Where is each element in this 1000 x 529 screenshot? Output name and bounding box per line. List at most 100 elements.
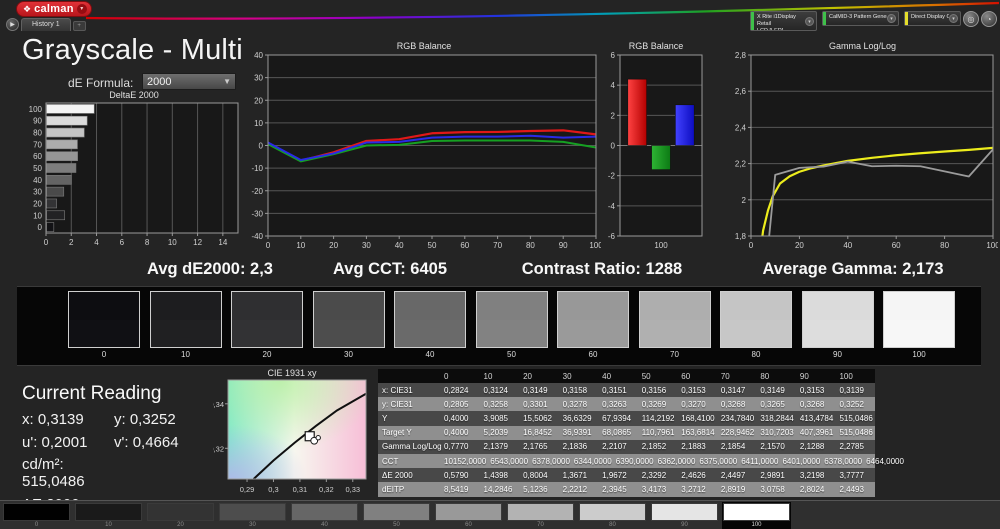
- patch-button[interactable]: 80: [578, 502, 647, 529]
- swatch-level-label: 90: [802, 350, 874, 359]
- patch-strip: 0102030 40 506070 80 90100: [2, 502, 791, 529]
- table-cell: 0,3269: [638, 400, 678, 409]
- table-cell: 3,7777: [835, 471, 875, 480]
- results-table: 0102030405060708090100x: CIE310,28240,31…: [378, 369, 875, 497]
- svg-text:0,32: 0,32: [319, 485, 334, 494]
- svg-text:10: 10: [168, 238, 177, 247]
- patch-button[interactable]: 90: [650, 502, 719, 529]
- patch-swatch: [723, 503, 790, 521]
- svg-text:12: 12: [193, 238, 202, 247]
- swatch-level-label: 70: [639, 350, 711, 359]
- patch-button[interactable]: 10: [74, 502, 143, 529]
- table-cell: 114,2192: [638, 414, 678, 423]
- table-cell: 67,9394: [598, 414, 638, 423]
- patch-button[interactable]: 50: [362, 502, 431, 529]
- table-header-cell: 50: [638, 372, 678, 381]
- meter-device-label: X Rite i1Display RetailLCD [LED]: [754, 12, 805, 30]
- de-formula-dropdown[interactable]: 2000 ▼: [142, 73, 236, 90]
- table-cell: 2,1765: [519, 442, 559, 451]
- table-cell: 0,3156: [638, 386, 678, 395]
- cie-chart: CIE 1931 xy 0,340,320,290,30,310,320,33: [213, 368, 371, 500]
- patch-label: 80: [579, 521, 646, 529]
- swatch-box: [231, 291, 303, 348]
- table-cell: 0,3268: [717, 400, 757, 409]
- svg-text:6: 6: [120, 238, 125, 247]
- display-caret-icon: ▾: [949, 14, 958, 23]
- table-cell: 5,1236: [519, 485, 559, 494]
- table-cell: 0,3139: [835, 386, 875, 395]
- patch-button[interactable]: 20: [146, 502, 215, 529]
- patch-button[interactable]: 100: [722, 502, 791, 529]
- swatch-box: [557, 291, 629, 348]
- table-cell: 0,3149: [756, 386, 796, 395]
- gamma-chart: Gamma Log/Log 2,82,62,42,221,80204060801…: [727, 41, 998, 255]
- table-cell: 0,2824: [440, 386, 480, 395]
- svg-text:10: 10: [33, 211, 42, 220]
- svg-text:-2: -2: [608, 172, 616, 181]
- table-cell: 2,9891: [756, 471, 796, 480]
- table-cell: 515,0486: [835, 414, 875, 423]
- table-cell: 0,3265: [756, 400, 796, 409]
- history-play-button[interactable]: ▶: [6, 18, 19, 31]
- meter-caret-icon: ▾: [805, 17, 814, 26]
- table-cell: 0,3268: [796, 400, 836, 409]
- table-row-label: dEITP: [378, 485, 440, 494]
- table-cell: 3,0758: [756, 485, 796, 494]
- patch-swatch: [507, 503, 574, 521]
- svg-text:2,8: 2,8: [735, 52, 747, 60]
- table-row: CCT10152,00006543,00006378,00006344,0000…: [378, 454, 875, 468]
- swatch-target: [558, 320, 628, 348]
- table-row: dEITP8,541914,28465,12362,22122,39453,41…: [378, 482, 875, 496]
- table-cell: 2,4493: [835, 485, 875, 494]
- patch-button[interactable]: 60: [434, 502, 503, 529]
- table-cell: 0,3258: [480, 400, 520, 409]
- table-cell: 2,1288: [796, 442, 836, 451]
- history-add-tab-button[interactable]: +: [73, 21, 86, 31]
- patch-label: 40: [291, 521, 358, 529]
- settings-round-button[interactable]: ◎: [963, 11, 979, 27]
- swatch-level-label: 80: [720, 350, 792, 359]
- table-cell: 14,2846: [480, 485, 520, 494]
- table-cell: 2,1570: [756, 442, 796, 451]
- calman-logo[interactable]: ❖ calman ▾: [16, 1, 92, 17]
- patch-button[interactable]: 30: [218, 502, 287, 529]
- info-round-button[interactable]: ◔: [981, 11, 997, 27]
- table-cell: 6362,0000: [654, 457, 696, 466]
- tab-history-1[interactable]: History 1: [21, 18, 71, 31]
- patch-button[interactable]: 40: [290, 502, 359, 529]
- svg-text:4: 4: [611, 81, 616, 90]
- reading-v: v': 0,4664: [114, 434, 179, 451]
- patch-button[interactable]: 0: [2, 502, 71, 529]
- svg-text:-20: -20: [251, 187, 263, 196]
- deltae-chart: DeltaE 2000 0246810121401020304050607080…: [26, 90, 242, 252]
- svg-text:-4: -4: [608, 202, 616, 211]
- table-cell: 6411,0000: [737, 457, 778, 466]
- rgb-balance-bar-plot: 6420-2-4-6100: [603, 52, 709, 254]
- table-header-cell: 20: [519, 372, 559, 381]
- swatch-cell: 40: [394, 291, 466, 359]
- swatch-cell: 0: [68, 291, 140, 359]
- table-cell: 2,1854: [717, 442, 757, 451]
- table-cell: 310,7203: [756, 428, 796, 437]
- pattern-generator-button[interactable]: CalMID-3 Pattern Generator ▾: [822, 11, 899, 26]
- table-cell: 16,8452: [519, 428, 559, 437]
- table-cell: 68,0865: [598, 428, 638, 437]
- table-cell: 0,3124: [480, 386, 520, 395]
- swatch-cell: 20: [231, 291, 303, 359]
- table-header-cell: 100: [835, 372, 875, 381]
- display-control-button[interactable]: Direct Display Control ▾: [904, 11, 961, 26]
- logo-menu-caret-icon[interactable]: ▾: [77, 4, 87, 14]
- swatch-actual: [721, 292, 791, 320]
- table-cell: 2,4497: [717, 471, 757, 480]
- svg-text:20: 20: [254, 96, 263, 105]
- patch-swatch: [75, 503, 142, 521]
- table-row: x: CIE310,28240,31240,31490,31580,31510,…: [378, 383, 875, 397]
- table-cell: 6378,0000: [820, 457, 862, 466]
- cie-chart-plot: 0,340,320,290,30,310,320,33: [213, 379, 371, 499]
- patch-button[interactable]: 70: [506, 502, 575, 529]
- meter-device-button[interactable]: X Rite i1Display RetailLCD [LED] ▾: [750, 11, 817, 31]
- table-cell: 0,3149: [519, 386, 559, 395]
- patch-swatch: [579, 503, 646, 521]
- de-formula-value: 2000: [147, 76, 171, 88]
- svg-text:0: 0: [44, 238, 49, 247]
